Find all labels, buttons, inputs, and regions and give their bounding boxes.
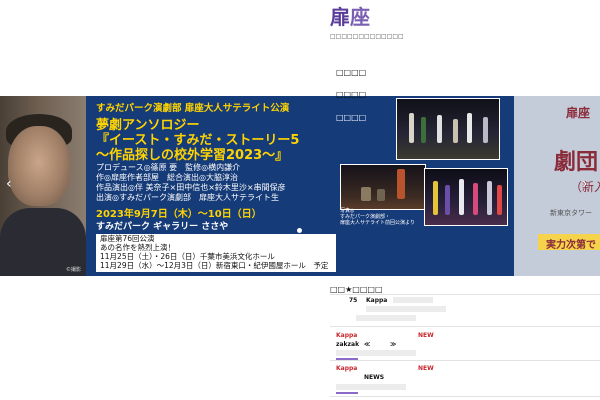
pagination-dot[interactable]: [297, 243, 302, 248]
news-tag: Kappa: [336, 332, 358, 339]
next-icon[interactable]: ≫: [390, 341, 396, 348]
nav-item-3[interactable]: □□□□: [336, 113, 366, 122]
news-label[interactable]: NEWS: [364, 374, 384, 381]
logo-glyph-tobira: 扉: [330, 5, 350, 29]
performance-venue: すみだパーク ギャラリー ささや: [96, 222, 229, 232]
pagination-dot[interactable]: [297, 258, 302, 263]
logo-glyph-za: 座: [350, 5, 370, 29]
news-source[interactable]: zakzak: [336, 341, 359, 348]
site-tagline: □□□□□□□□□□□□□: [330, 33, 404, 40]
slide-subtitle: すみだパーク演劇部 扉座大人サテライト公演: [96, 103, 290, 114]
slider-prev-icon[interactable]: ‹: [6, 176, 12, 192]
stage-photo-2: [340, 164, 426, 210]
news-title[interactable]: Kappa: [366, 297, 387, 304]
nav-item-1[interactable]: □□□□: [336, 68, 366, 77]
stage-photo-3: [424, 168, 508, 226]
nav-item-2[interactable]: □□□□: [336, 90, 366, 99]
performance-date: 2023年9月7日（木）～10日（日）: [96, 209, 262, 220]
new-badge: NEW: [418, 332, 434, 339]
news-number: 75: [349, 297, 358, 304]
slider-next-icon[interactable]: ›: [582, 176, 588, 192]
credit-line: 出演◎すみだパーク演劇部 扉座大人サテライト生: [96, 193, 279, 202]
news-tag: Kappa: [336, 365, 358, 372]
stage-photo-1: [396, 98, 500, 160]
site-logo[interactable]: 扉 座: [330, 6, 390, 28]
slide-title-line-3: ～作品探しの校外学習2023～』: [96, 148, 289, 163]
new-badge: NEW: [418, 365, 434, 372]
news-heading: □□★□□□□: [330, 285, 383, 294]
photo-caption: 写真◎ すみだパーク演劇部・ 扉座大人サテライト前回公演より: [340, 208, 415, 226]
actor-portrait: ©撮影: [0, 96, 86, 276]
prev-icon[interactable]: ≪: [364, 341, 370, 348]
photo-credit: ©撮影: [66, 267, 82, 273]
infobox-line: 扉座第76回公演: [100, 234, 155, 243]
hero-slider: ©撮影 すみだパーク演劇部 扉座大人サテライト公演 夢劇アンソロジー 『イースト…: [0, 96, 600, 276]
next-show-box: 扉座第76回公演 あの名作を熱烈上演！ 11月25日（土）・26日（日）千葉市美…: [96, 234, 336, 272]
pagination-dot[interactable]: [297, 228, 302, 233]
